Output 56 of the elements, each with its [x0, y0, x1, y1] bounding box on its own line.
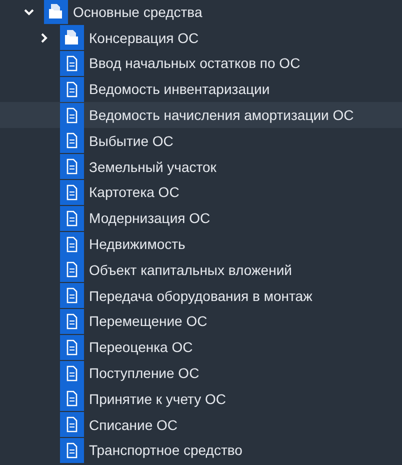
folder-icon	[60, 25, 84, 50]
tree-item[interactable]: Основные средства	[0, 0, 402, 25]
tree-item[interactable]: Транспортное средство	[0, 438, 402, 464]
document-icon	[60, 334, 84, 360]
document-icon	[60, 232, 84, 257]
tree-item-label: Объект капитальных вложений	[89, 262, 292, 278]
chevron-right-icon[interactable]	[40, 32, 48, 43]
tree-item[interactable]: Ведомость инвентаризации	[0, 76, 402, 102]
tree-item[interactable]: Принятие к учету ОС	[0, 386, 402, 412]
tree-item-label: Поступление ОС	[89, 365, 200, 382]
tree-item[interactable]: Списание ОС	[0, 412, 402, 438]
chevron-down-icon[interactable]	[24, 8, 34, 16]
document-icon	[60, 438, 84, 463]
document-icon	[60, 257, 84, 282]
tree-item-label: Передача оборудования в монтаж	[89, 288, 312, 304]
document-icon	[60, 283, 84, 308]
tree-item[interactable]: Земельный участок	[0, 154, 402, 180]
document-icon	[60, 386, 84, 412]
tree-item[interactable]: Модернизация ОС	[0, 205, 402, 232]
tree-item-label: Ведомость начисления амортизации ОС	[89, 107, 354, 124]
tree-item[interactable]: Передача оборудования в монтаж	[0, 282, 402, 309]
tree-item-label: Основные средства	[73, 4, 202, 20]
tree-item-label: Картотека ОС	[89, 184, 180, 200]
tree-item-label: Консервация ОС	[89, 30, 199, 46]
tree-item-label: Принятие к учету ОС	[89, 390, 226, 407]
document-icon	[60, 102, 84, 128]
tree-item-label: Перемещение ОС	[89, 313, 208, 330]
folder-icon	[44, 0, 68, 24]
tree-item-label: Переоценка ОС	[89, 339, 193, 356]
tree-item[interactable]: Ввод начальных остатков по ОС	[0, 50, 402, 76]
document-icon	[60, 154, 84, 180]
tree-item[interactable]: Переоценка ОС	[0, 334, 402, 360]
document-icon	[60, 180, 84, 205]
tree-item[interactable]: Консервация ОС	[0, 24, 402, 51]
document-icon	[60, 360, 84, 386]
tree-item-label: Ввод начальных остатков по ОС	[89, 55, 300, 72]
document-icon	[60, 76, 84, 102]
tree-item[interactable]: Недвижимость	[0, 231, 402, 257]
document-icon	[60, 308, 84, 334]
tree-item-label: Земельный участок	[89, 158, 216, 175]
tree-item-label: Недвижимость	[89, 236, 186, 252]
tree-item-label: Списание ОС	[89, 416, 178, 433]
tree-item-label: Транспортное средство	[89, 442, 242, 458]
document-icon	[60, 128, 84, 154]
tree-item[interactable]: Картотека ОС	[0, 180, 402, 206]
tree-item[interactable]: Ведомость начисления амортизации ОС	[0, 102, 402, 128]
document-icon	[60, 206, 84, 231]
tree-item[interactable]: Поступление ОС	[0, 360, 402, 386]
tree-item[interactable]: Перемещение ОС	[0, 308, 402, 334]
tree-item-label: Ведомость инвентаризации	[89, 81, 270, 98]
document-icon	[60, 50, 84, 76]
tree-item-label: Выбытие ОС	[89, 132, 174, 149]
document-icon	[60, 412, 84, 438]
tree-item[interactable]: Выбытие ОС	[0, 128, 402, 154]
tree-item[interactable]: Объект капитальных вложений	[0, 256, 402, 283]
tree-item-label: Модернизация ОС	[89, 210, 210, 226]
